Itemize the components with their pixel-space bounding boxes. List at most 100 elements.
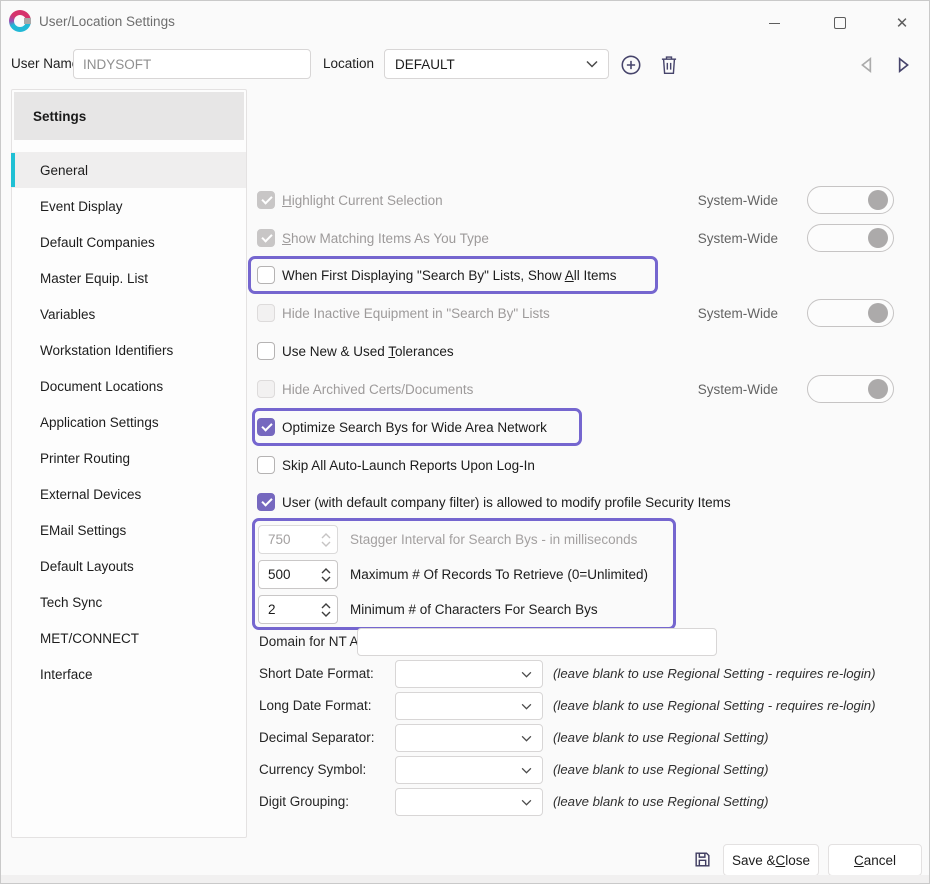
- sidebar-item-variables[interactable]: Variables: [12, 296, 246, 332]
- highlight-box: Optimize Search Bys for Wide Area Networ…: [252, 408, 582, 446]
- field-row: Decimal Separator: (leave blank to use R…: [253, 724, 929, 752]
- checkbox-new-used-tolerances[interactable]: [257, 342, 275, 360]
- checkbox-highlight-current-selection[interactable]: [257, 191, 275, 209]
- decimal-separator-label: Decimal Separator:: [259, 724, 375, 752]
- sidebar-item-document-locations[interactable]: Document Locations: [12, 368, 246, 404]
- title-bar: User/Location Settings ✕: [1, 1, 929, 43]
- spinner-updown-icon[interactable]: [321, 532, 331, 548]
- sidebar-item-default-companies[interactable]: Default Companies: [12, 224, 246, 260]
- setting-label: Highlight Current Selection: [282, 193, 443, 208]
- stagger-interval-spinner[interactable]: 750: [258, 525, 338, 554]
- maximize-button[interactable]: [825, 11, 855, 35]
- user-name-input[interactable]: [73, 49, 311, 79]
- sidebar-item-interface[interactable]: Interface: [12, 656, 246, 692]
- spinner-value: 2: [268, 602, 276, 617]
- long-date-format-label: Long Date Format:: [259, 692, 372, 720]
- setting-row: Use New & Used Tolerances: [257, 332, 929, 370]
- cancel-button[interactable]: Cancel: [828, 844, 922, 876]
- sidebar-item-default-layouts[interactable]: Default Layouts: [12, 548, 246, 584]
- system-wide-label: System-Wide: [698, 382, 778, 397]
- close-button[interactable]: ✕: [887, 11, 917, 35]
- chevron-down-icon: [521, 671, 532, 678]
- sidebar-item-general[interactable]: General: [12, 152, 246, 188]
- field-row: Digit Grouping: (leave blank to use Regi…: [253, 788, 929, 816]
- setting-row: Optimize Search Bys for Wide Area Networ…: [255, 411, 579, 443]
- currency-symbol-select[interactable]: [395, 756, 543, 784]
- field-hint: (leave blank to use Regional Setting - r…: [553, 660, 876, 688]
- system-wide-label: System-Wide: [698, 306, 778, 321]
- field-row: Currency Symbol: (leave blank to use Reg…: [253, 756, 929, 784]
- sidebar-list: General Event Display Default Companies …: [12, 152, 246, 692]
- next-record-button[interactable]: [893, 55, 913, 75]
- spinner-updown-icon[interactable]: [321, 567, 331, 583]
- spinner-value: 750: [268, 532, 291, 547]
- triangle-right-icon: [893, 55, 913, 75]
- sidebar-item-external-devices[interactable]: External Devices: [12, 476, 246, 512]
- setting-label: Use New & Used Tolerances: [282, 344, 454, 359]
- chevron-down-icon: [586, 60, 598, 68]
- system-wide-toggle[interactable]: [807, 299, 894, 327]
- window-title: User/Location Settings: [39, 14, 175, 29]
- spinner-label: Maximum # Of Records To Retrieve (0=Unli…: [350, 567, 648, 582]
- spinner-updown-icon[interactable]: [321, 602, 331, 618]
- max-records-spinner[interactable]: 500: [258, 560, 338, 589]
- trash-icon: [659, 54, 679, 76]
- field-row: Long Date Format: (leave blank to use Re…: [253, 692, 929, 720]
- highlight-box: When First Displaying "Search By" Lists,…: [248, 256, 658, 294]
- sidebar-item-workstation-identifiers[interactable]: Workstation Identifiers: [12, 332, 246, 368]
- system-wide-label: System-Wide: [698, 193, 778, 208]
- field-hint: (leave blank to use Regional Setting): [553, 724, 769, 752]
- save-close-button[interactable]: Save & Close: [723, 844, 819, 876]
- short-date-format-label: Short Date Format:: [259, 660, 374, 688]
- digit-grouping-select[interactable]: [395, 788, 543, 816]
- toolbar: User Name: Location DEFAULT: [1, 45, 929, 83]
- location-select[interactable]: DEFAULT: [384, 49, 609, 79]
- location-value: DEFAULT: [395, 57, 455, 72]
- save-button[interactable]: [693, 850, 712, 869]
- min-characters-spinner[interactable]: 2: [258, 595, 338, 624]
- checkbox-hide-archived-certs[interactable]: [257, 380, 275, 398]
- domain-nt-auth-input[interactable]: [357, 628, 717, 656]
- chevron-down-icon: [521, 735, 532, 742]
- checkbox-show-all-items[interactable]: [257, 266, 275, 284]
- checkbox-optimize-search-bys[interactable]: [257, 418, 275, 436]
- system-wide-label: System-Wide: [698, 231, 778, 246]
- sidebar-item-printer-routing[interactable]: Printer Routing: [12, 440, 246, 476]
- sidebar-item-master-equip-list[interactable]: Master Equip. List: [12, 260, 246, 296]
- plus-circle-icon: [620, 54, 642, 76]
- setting-label: Optimize Search Bys for Wide Area Networ…: [282, 420, 547, 435]
- setting-row: Highlight Current Selection System-Wide: [257, 181, 929, 219]
- previous-record-button[interactable]: [857, 55, 877, 75]
- sidebar-item-event-display[interactable]: Event Display: [12, 188, 246, 224]
- long-date-format-select[interactable]: [395, 692, 543, 720]
- checkbox-show-matching-items[interactable]: [257, 229, 275, 247]
- sidebar-item-met-connect[interactable]: MET/CONNECT: [12, 620, 246, 656]
- decimal-separator-select[interactable]: [395, 724, 543, 752]
- digit-grouping-label: Digit Grouping:: [259, 788, 349, 816]
- delete-location-button[interactable]: [659, 54, 681, 76]
- setting-row: When First Displaying "Search By" Lists,…: [251, 259, 655, 291]
- system-wide-toggle[interactable]: [807, 186, 894, 214]
- setting-row: User (with default company filter) is al…: [257, 483, 929, 521]
- sidebar-item-tech-sync[interactable]: Tech Sync: [12, 584, 246, 620]
- setting-label: Hide Inactive Equipment in "Search By" L…: [282, 306, 550, 321]
- settings-sidebar: Settings General Event Display Default C…: [11, 89, 247, 838]
- field-hint: (leave blank to use Regional Setting - r…: [553, 692, 876, 720]
- checkbox-hide-inactive-equipment[interactable]: [257, 304, 275, 322]
- field-row: Domain for NT Auth:: [253, 628, 929, 656]
- checkbox-skip-auto-launch-reports[interactable]: [257, 456, 275, 474]
- toggle-knob: [868, 379, 888, 399]
- short-date-format-select[interactable]: [395, 660, 543, 688]
- chevron-down-icon: [521, 703, 532, 710]
- sidebar-item-application-settings[interactable]: Application Settings: [12, 404, 246, 440]
- currency-symbol-label: Currency Symbol:: [259, 756, 366, 784]
- sidebar-item-email-settings[interactable]: EMail Settings: [12, 512, 246, 548]
- spinner-row: 750 Stagger Interval for Search Bys - in…: [255, 522, 673, 557]
- checkbox-modify-profile-security[interactable]: [257, 493, 275, 511]
- system-wide-toggle[interactable]: [807, 224, 894, 252]
- minimize-button[interactable]: [759, 11, 789, 35]
- settings-main-panel: Highlight Current Selection System-Wide …: [253, 89, 929, 883]
- add-location-button[interactable]: [620, 54, 642, 76]
- system-wide-toggle[interactable]: [807, 375, 894, 403]
- floppy-disk-icon: [693, 850, 712, 869]
